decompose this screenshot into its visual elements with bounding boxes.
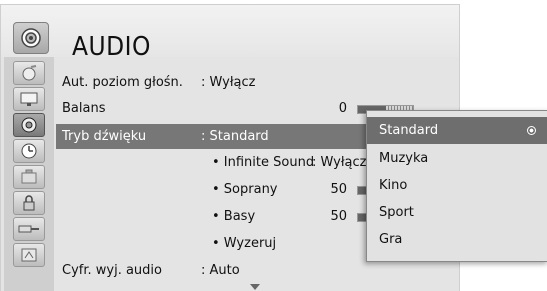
balance-value: 0 xyxy=(338,101,347,116)
scroll-down-arrow-icon[interactable] xyxy=(250,284,260,290)
treble-value: 50 xyxy=(330,182,347,197)
sound-mode-option[interactable]: Muzyka xyxy=(367,145,547,172)
sound-mode-label: Tryb dźwięku xyxy=(62,129,147,144)
option-label: Gra xyxy=(379,232,403,247)
infinite-sound-label: • Infinite Sound xyxy=(212,155,315,170)
reset-label: • Wyzeruj xyxy=(212,236,277,251)
digital-audio-out-label: Cyfr. wyj. audio xyxy=(62,263,162,278)
sound-mode-option[interactable]: Kino xyxy=(367,172,547,199)
infinite-sound-value: : Wyłącz xyxy=(312,155,367,170)
digital-audio-out-value: : Auto xyxy=(201,263,240,278)
auto-volume-label: Aut. poziom głośn. xyxy=(62,75,183,90)
menu-header: AUDIO xyxy=(0,4,460,62)
input-icon[interactable] xyxy=(13,217,45,241)
clock-icon[interactable] xyxy=(13,139,45,163)
lock-icon[interactable] xyxy=(13,191,45,215)
option-label: Kino xyxy=(379,178,408,193)
audio-speaker-icon xyxy=(13,22,49,54)
bass-label: • Basy xyxy=(212,209,256,224)
treble-label: • Soprany xyxy=(212,182,278,197)
auto-volume-value: : Wyłącz xyxy=(201,75,256,90)
sound-mode-value: : Standard xyxy=(201,129,269,144)
screen-icon[interactable] xyxy=(13,87,45,111)
balance-label: Balans xyxy=(62,101,106,116)
picture-icon[interactable] xyxy=(13,61,45,85)
category-sidebar xyxy=(4,57,54,291)
option-label: Standard xyxy=(379,123,439,138)
sound-mode-option[interactable]: Gra xyxy=(367,226,547,253)
audio-icon[interactable] xyxy=(13,113,45,137)
sound-mode-option[interactable]: Sport xyxy=(367,199,547,226)
auto-volume-row[interactable]: Aut. poziom głośn. : Wyłącz xyxy=(62,70,446,95)
sound-mode-dropdown: Standard Muzyka Kino Sport Gra xyxy=(366,110,547,262)
bass-value: 50 xyxy=(330,209,347,224)
option-label: Sport xyxy=(379,205,414,220)
options-icon[interactable] xyxy=(13,165,45,189)
usb-icon[interactable] xyxy=(13,243,45,267)
sound-mode-option[interactable]: Standard xyxy=(367,117,547,144)
radio-selected-icon xyxy=(527,126,536,135)
option-label: Muzyka xyxy=(379,151,429,166)
